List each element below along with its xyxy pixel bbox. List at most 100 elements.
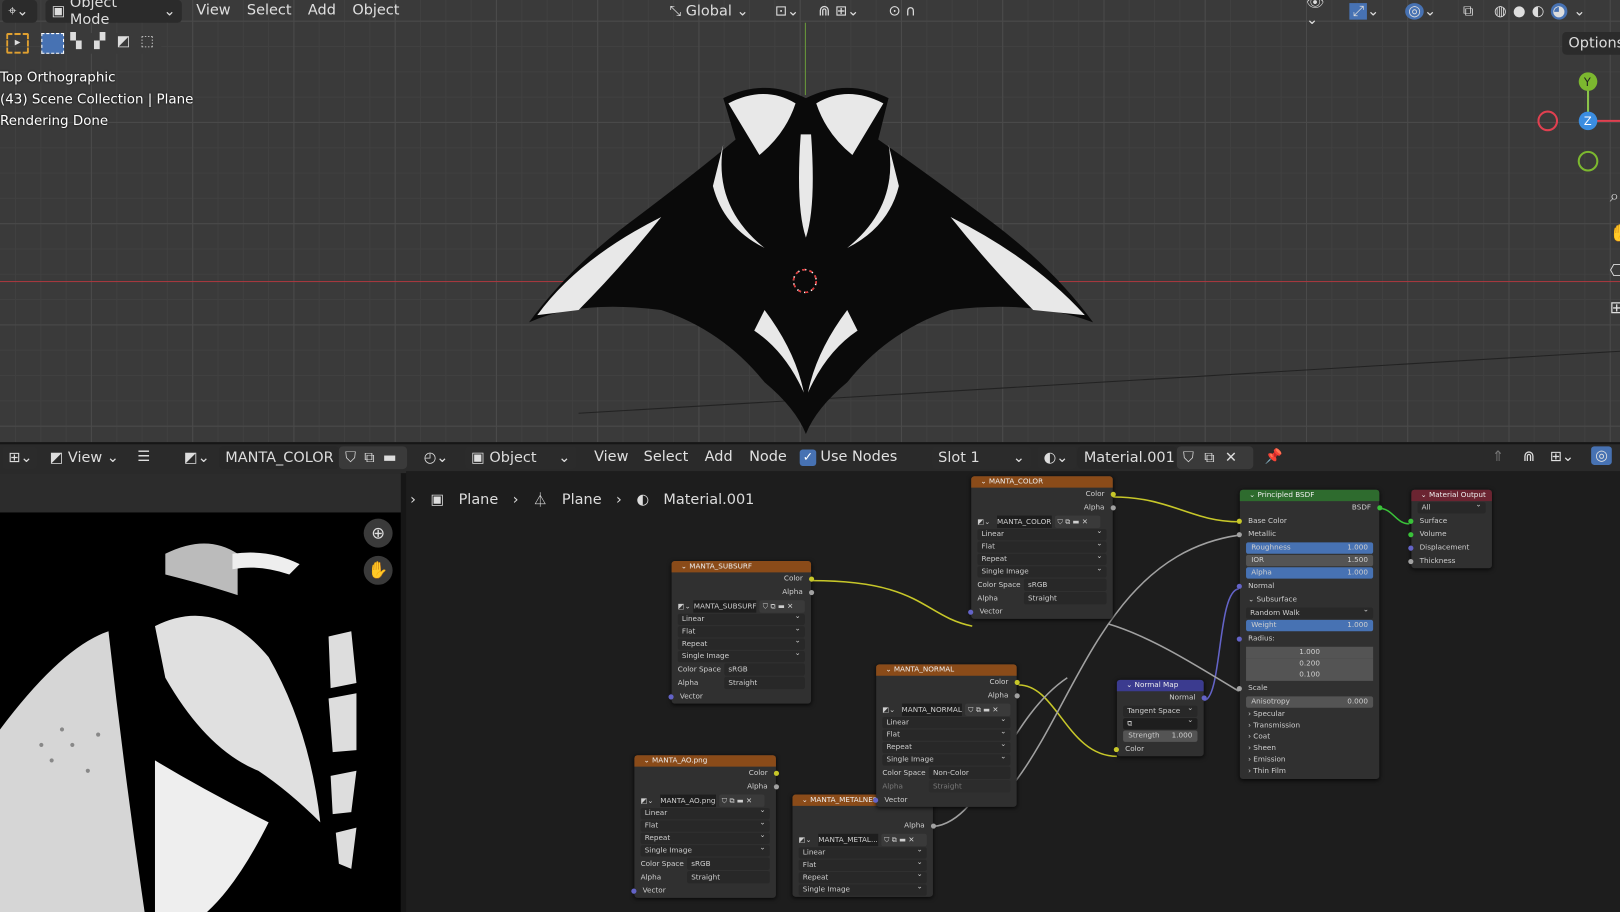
- alpha-slider[interactable]: Alpha 1.000: [1246, 567, 1374, 579]
- output-socket-bsdf[interactable]: BSDF: [1240, 501, 1383, 514]
- property-color-space[interactable]: Color Space sRGB: [641, 857, 770, 870]
- image-browse-icon[interactable]: ◩⌄: [678, 600, 691, 612]
- property-color-space[interactable]: Color Space sRGB: [977, 578, 1107, 591]
- property-alpha[interactable]: Alpha Straight: [977, 592, 1107, 605]
- property-value[interactable]: sRGB: [1023, 578, 1107, 591]
- node-menu-select[interactable]: Select: [644, 448, 689, 465]
- material-name-field[interactable]: Material.001: [1077, 446, 1177, 470]
- transform-orientation-dropdown[interactable]: ⤡ Global ⌄: [663, 0, 760, 23]
- panel-toggle[interactable]: › Coat: [1240, 732, 1379, 743]
- output-socket[interactable]: Alpha: [672, 586, 815, 599]
- output-socket[interactable]: Color: [672, 572, 815, 585]
- image-texture-node[interactable]: ⌄ MANTA_METALNESS. Alpha ◩⌄ MANTA_METAL... ⛉…: [792, 794, 937, 897]
- select-invert-icon[interactable]: ◩: [112, 33, 136, 54]
- viewport-nav-buttons[interactable]: ⌕ ✋ ⎔ ⊞: [1610, 178, 1620, 327]
- input-socket-surface[interactable]: Surface: [1408, 515, 1492, 528]
- image-browse-icon[interactable]: ◩⌄: [641, 795, 658, 807]
- property-value[interactable]: Straight: [928, 780, 1011, 793]
- input-socket-normal[interactable]: Normal: [1236, 580, 1379, 593]
- image-browse-button[interactable]: ◩⌄: [178, 446, 217, 469]
- image-texture-node[interactable]: ⌄ MANTA_AO.png Color Alpha ◩⌄ MANTA_AO.png ⛉ …: [631, 755, 780, 898]
- property-value[interactable]: Straight: [724, 676, 805, 690]
- panel-toggle[interactable]: › Emission: [1240, 754, 1379, 765]
- overlays-toggle[interactable]: ◎ ⌄: [1399, 0, 1440, 23]
- output-socket[interactable]: Alpha: [876, 689, 1020, 702]
- anisotropy-slider[interactable]: Anisotropy 0.000: [1246, 696, 1374, 708]
- image-name-field[interactable]: MANTA_COLOR: [997, 515, 1052, 528]
- duplicate-icon[interactable]: ⧉: [364, 449, 374, 466]
- dropdown[interactable]: Repeat: [882, 739, 1011, 754]
- menu-view[interactable]: View: [196, 2, 230, 19]
- input-socket-displacement[interactable]: Displacement: [1408, 541, 1492, 554]
- xray-toggle[interactable]: ⧉: [1457, 0, 1480, 23]
- dropdown[interactable]: Flat: [977, 538, 1107, 553]
- dropdown[interactable]: Flat: [677, 623, 805, 638]
- property-value[interactable]: sRGB: [687, 857, 770, 870]
- image-canvas[interactable]: [0, 512, 401, 912]
- node-menu-node[interactable]: Node: [749, 448, 787, 465]
- input-socket-scale[interactable]: Scale: [1236, 682, 1379, 695]
- image-name-field[interactable]: MANTA_SUBSURF: [693, 600, 757, 613]
- property-alpha[interactable]: Alpha Straight: [678, 676, 805, 690]
- input-socket-vector[interactable]: Vector: [668, 690, 811, 703]
- 3d-viewport[interactable]: ⌖⌄ ▣ Object Mode ⌄ View Select Add Objec…: [0, 0, 1620, 443]
- node-header[interactable]: ⌄ MANTA_COLOR: [971, 476, 1113, 488]
- slot-dropdown[interactable]: Slot 1 ⌄: [931, 446, 1032, 470]
- dropdown[interactable]: Single Image: [640, 842, 770, 857]
- rendered-shading-icon[interactable]: ◕: [1550, 3, 1568, 20]
- output-socket[interactable]: [792, 806, 933, 819]
- hamburger-menu-icon[interactable]: ☰: [137, 448, 150, 465]
- options-button[interactable]: Options: [1562, 32, 1620, 55]
- pan-hand-icon[interactable]: ✋: [363, 555, 393, 585]
- property-value[interactable]: Straight: [1023, 592, 1107, 605]
- open-folder-icon[interactable]: ▬: [383, 449, 397, 466]
- dropdown[interactable]: Single Image: [977, 563, 1107, 578]
- input-socket-thickness[interactable]: Thickness: [1408, 555, 1492, 568]
- uv-map-field[interactable]: ⧉: [1123, 715, 1198, 730]
- strength-slider[interactable]: Strength 1.000: [1123, 730, 1198, 742]
- property-color-space[interactable]: Color Space sRGB: [678, 663, 805, 676]
- image-browse-icon[interactable]: ◩⌄: [977, 516, 994, 528]
- dropdown[interactable]: Flat: [798, 857, 927, 871]
- input-socket-vector[interactable]: Vector: [631, 884, 776, 897]
- dropdown[interactable]: Linear: [882, 714, 1011, 729]
- panel-toggle[interactable]: › Specular: [1240, 709, 1379, 720]
- radius-x-field[interactable]: 1.000: [1246, 646, 1374, 659]
- target-dropdown[interactable]: All: [1417, 499, 1486, 514]
- menu-object[interactable]: Object: [352, 2, 399, 19]
- dropdown[interactable]: Repeat: [640, 830, 770, 845]
- select-tool-icon[interactable]: ▸: [6, 33, 29, 54]
- node-menu-add[interactable]: Add: [705, 448, 733, 465]
- property-color-space[interactable]: Color Space Non-Color: [882, 766, 1011, 780]
- manta-ray-mesh[interactable]: [0, 0, 1620, 442]
- input-socket-metallic[interactable]: Metallic: [1236, 528, 1379, 541]
- image-texture-node[interactable]: ⌄ MANTA_COLOR Color Alpha ◩⌄ MANTA_COLOR ⛉ ⧉ …: [968, 476, 1116, 619]
- menu-select[interactable]: Select: [247, 2, 292, 19]
- shading-modes[interactable]: ◍ ● ◐ ◕ ⌄: [1488, 0, 1600, 23]
- solid-shading-icon[interactable]: ●: [1513, 3, 1526, 20]
- input-socket-radius[interactable]: Radius:: [1236, 632, 1379, 645]
- duplicate-icon[interactable]: ⧉: [1204, 449, 1214, 466]
- input-socket-volume[interactable]: Volume: [1408, 528, 1492, 541]
- use-nodes-checkbox[interactable]: ✓: [799, 449, 817, 466]
- dropdown[interactable]: Flat: [640, 817, 770, 832]
- output-socket[interactable]: Alpha: [792, 819, 937, 832]
- dropdown[interactable]: Repeat: [798, 869, 927, 884]
- material-shading-icon[interactable]: ◐: [1532, 3, 1545, 20]
- input-socket-vector[interactable]: Vector: [873, 793, 1017, 806]
- ior-slider[interactable]: IOR 1.500: [1246, 554, 1374, 567]
- navigation-gizmo[interactable]: Y Z: [1537, 68, 1620, 175]
- pin-icon[interactable]: 📌: [1265, 448, 1283, 465]
- input-socket-color[interactable]: Color: [1113, 743, 1204, 756]
- image-name-field[interactable]: MANTA_METAL...: [818, 833, 878, 847]
- dropdown[interactable]: Linear: [977, 526, 1107, 541]
- panel-toggle[interactable]: › Sheen: [1240, 743, 1379, 754]
- snap-target-dropdown[interactable]: ⊞⌄: [1550, 448, 1574, 465]
- menu-add[interactable]: Add: [308, 2, 336, 19]
- parent-node-icon[interactable]: ⇑: [1492, 448, 1504, 465]
- radius-y-field[interactable]: 0.200: [1246, 658, 1374, 670]
- node-editor-type-button[interactable]: ◴⌄: [417, 446, 456, 469]
- material-output-node[interactable]: ⌄ Material Output All Surface Volume Dis…: [1408, 489, 1492, 569]
- dropdown[interactable]: Single Image: [798, 881, 927, 896]
- input-socket-vector[interactable]: Vector: [968, 605, 1113, 618]
